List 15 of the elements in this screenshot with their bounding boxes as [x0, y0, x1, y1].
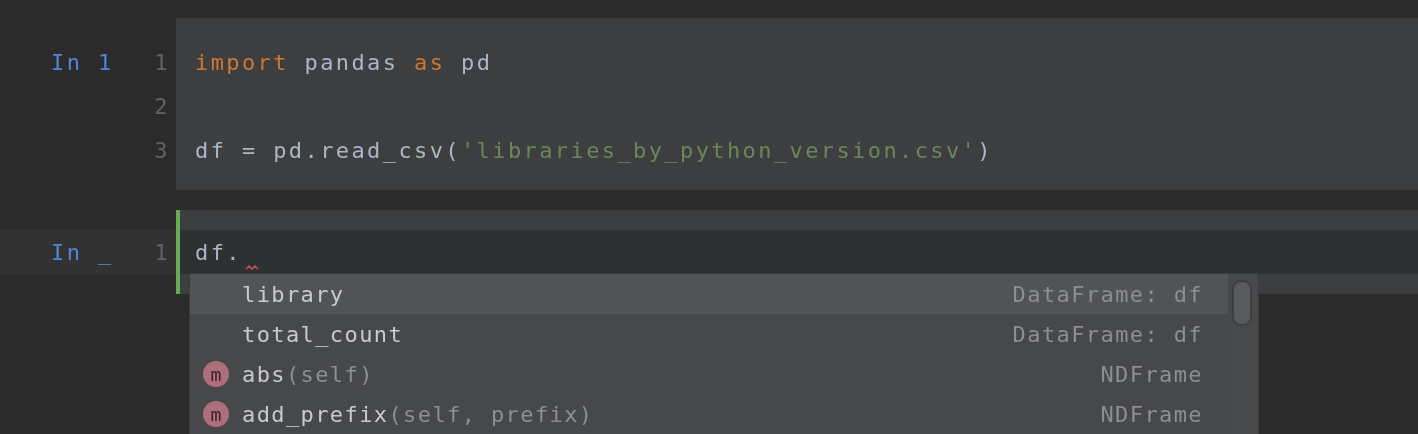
code-line: df.	[195, 239, 242, 265]
code-cell[interactable]: import pandas as pd df = pd.read_csv('libraries_by_python_version.csv')	[176, 18, 1418, 190]
line-number: 1	[153, 49, 170, 75]
cell-prompt: In 1	[51, 49, 115, 75]
completion-item[interactable]: m abs(self) NDFrame	[190, 354, 1228, 394]
cell-prompt: In _	[51, 239, 115, 265]
completion-item[interactable]: library DataFrame: df	[190, 274, 1228, 314]
line-number: 3	[153, 137, 170, 163]
code-line: import pandas as pd	[195, 49, 493, 75]
method-icon: m	[203, 361, 229, 387]
code-line: df = pd.read_csv('libraries_by_python_version.csv')	[195, 137, 993, 163]
completion-item[interactable]: total_count DataFrame: df	[190, 314, 1228, 354]
method-icon: m	[203, 401, 229, 427]
completion-item[interactable]: m add_prefix(self, prefix) NDFrame	[190, 394, 1228, 434]
line-number: 2	[153, 93, 170, 119]
